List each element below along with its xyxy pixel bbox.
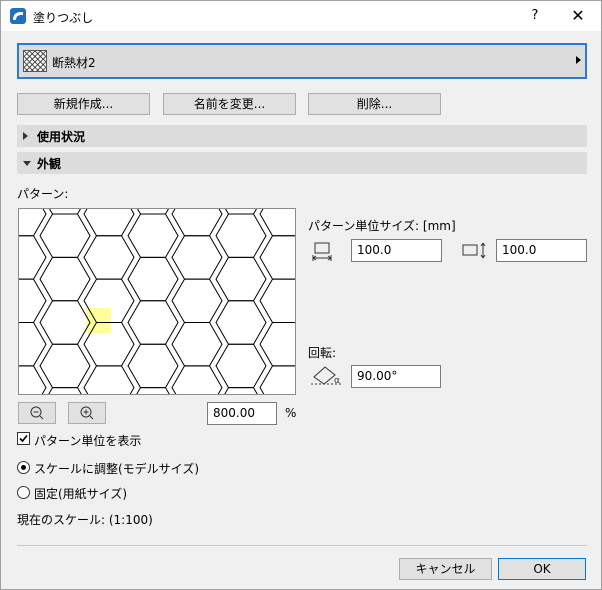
fill-dialog: 塗りつぶし ? ✕ 断熱材2 新規作成... 名前を変更... 削除... 使用… [0,0,602,590]
pattern-label: パターン: [17,187,69,201]
show-unit-checkbox[interactable] [17,432,30,445]
hexagon-cell [39,213,91,258]
scale-model-label[interactable]: スケールに調整(モデルサイズ) [34,460,199,477]
hexagon-cell [215,343,267,389]
hexagon-cell [19,235,47,280]
hexagon-cell [19,278,47,323]
hexagon-cell [171,322,223,367]
hexagon-pattern [19,209,295,394]
pattern-unit-size-label: パターン単位サイズ: [mm] [308,219,456,233]
footer-divider [17,545,587,546]
hexagon-cell [48,387,82,394]
radio-selected-dot [21,465,26,470]
hexagon-cell [259,209,295,237]
hexagon-cell [171,278,223,323]
rotation-input[interactable]: 90.00° [351,365,441,388]
material-name: 断熱材2 [52,56,96,70]
section-usage[interactable]: 使用状況 [17,125,587,147]
pattern-preview[interactable] [18,208,296,395]
hexagon-grid [19,209,295,394]
zoom-input[interactable]: 800.00 [207,402,277,425]
fill-material-select[interactable]: 断熱材2 [17,43,587,79]
hexagon-cell [83,365,135,394]
close-button[interactable]: ✕ [563,5,593,27]
svg-text:α: α [334,376,340,386]
hexagon-cell [259,365,295,394]
hexagon-cell [259,235,295,280]
hexagon-cell [127,343,179,389]
pattern-height-input[interactable]: 100.0 [496,239,587,262]
hexagon-cell [83,209,135,237]
hexagon-cell [39,256,91,302]
checkmark-icon [19,434,28,443]
hexagon-cell [137,209,169,215]
rename-button[interactable]: 名前を変更... [163,93,296,115]
chevron-right-icon [576,56,581,64]
zoom-in-icon [80,406,94,420]
hexagon-cell [215,300,267,345]
rotation-label: 回転: [308,346,337,360]
hexagon-cell [49,209,81,215]
zoom-unit: % [285,406,297,420]
fixed-paper-label[interactable]: 固定(用紙サイズ) [34,485,127,502]
section-appearance-label: 外観 [37,157,62,171]
delete-button[interactable]: 削除... [308,93,441,115]
collapse-icon [23,161,31,166]
fixed-paper-radio[interactable] [17,486,30,499]
hatch-swatch-icon [23,50,47,72]
width-icon [312,242,332,261]
hexagon-cell [259,322,295,367]
hexagon-cell [127,300,179,345]
zoom-in-button[interactable] [68,402,106,424]
pattern-width-input[interactable]: 100.0 [351,239,442,262]
expand-icon [23,132,28,140]
hexagon-cell [171,209,223,237]
hexagon-cell [259,278,295,323]
hexagon-cell [136,387,170,394]
hexagon-cell [39,300,91,345]
hexagon-cell [127,213,179,258]
hexagon-cell [127,256,179,302]
hexagon-cell [215,213,267,258]
hexagon-cell [83,235,135,280]
hexagon-cell [225,209,257,215]
zoom-out-button[interactable] [18,402,56,424]
section-usage-label: 使用状況 [37,130,86,144]
window-title: 塗りつぶし [33,11,94,25]
cancel-button[interactable]: キャンセル [399,558,492,580]
title-bar: 塗りつぶし ? ✕ [1,1,601,31]
ok-button[interactable]: OK [498,558,586,580]
hexagon-cell [39,343,91,389]
zoom-out-icon [30,406,44,420]
hexagon-cell [224,387,258,394]
section-appearance[interactable]: 外観 [17,152,587,174]
height-icon [462,242,486,259]
scale-model-radio[interactable] [17,461,30,474]
app-icon [10,8,26,24]
hexagon-cell [215,256,267,302]
hexagon-cell [171,235,223,280]
show-unit-label[interactable]: パターン単位を表示 [34,432,141,449]
current-scale-text: 現在のスケール: (1:100) [17,513,153,527]
rotation-angle-icon: α [311,366,343,386]
help-button[interactable]: ? [523,5,547,27]
new-button[interactable]: 新規作成... [17,93,150,115]
hexagon-cell [171,365,223,394]
hexagon-cell [19,322,47,367]
